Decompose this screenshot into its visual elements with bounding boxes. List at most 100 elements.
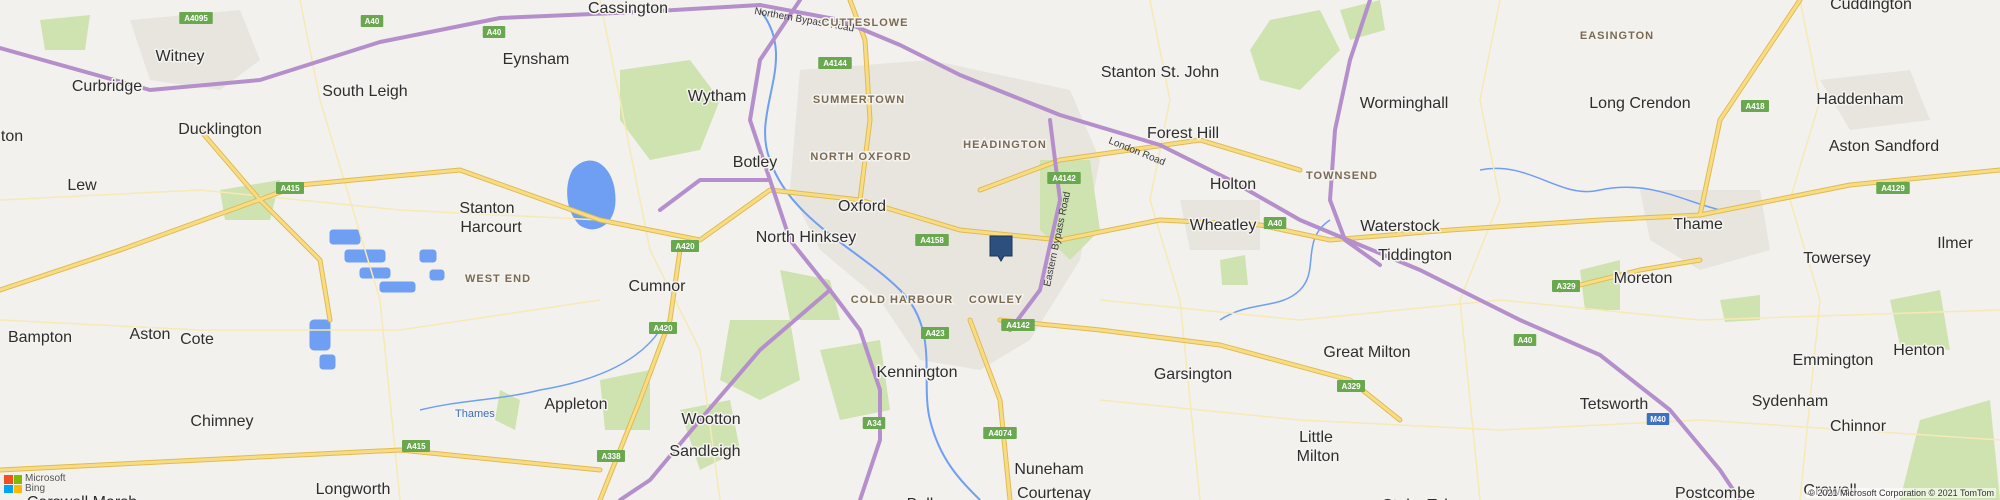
- place-label-holton[interactable]: Holton: [1208, 175, 1257, 195]
- district-label-cutteslowe: CUTTESLOWE: [822, 17, 909, 29]
- district-label-west-end: WEST END: [465, 273, 531, 285]
- svg-text:A329: A329: [1556, 282, 1576, 291]
- district-label-townsend: TOWNSEND: [1306, 170, 1378, 182]
- place-label-stanton-harcourt-2[interactable]: Harcourt: [459, 218, 524, 238]
- road-shield-a329-2: A329: [1337, 380, 1365, 392]
- place-label-north-hinksey[interactable]: North Hinksey: [754, 228, 857, 248]
- water-label-thames: Thames: [455, 408, 495, 420]
- place-label-little-milton-1[interactable]: Little: [1298, 428, 1335, 448]
- place-label-aston[interactable]: Aston: [128, 325, 172, 345]
- place-label-tiddington[interactable]: Tiddington: [1376, 246, 1453, 266]
- road-shield-a329-1: A329: [1552, 280, 1580, 292]
- place-label-forest-hill[interactable]: Forest Hill: [1145, 124, 1220, 144]
- road-shield-a415-1: A415: [276, 182, 304, 194]
- place-label-postcombe[interactable]: Postcombe: [1673, 484, 1756, 500]
- road-shield-a40-2: A40: [482, 26, 506, 38]
- road-shield-a34: A34: [862, 417, 886, 429]
- district-label-cowley: COWLEY: [969, 294, 1023, 306]
- place-label-ton[interactable]: ton: [0, 127, 25, 147]
- place-label-longworth[interactable]: Longworth: [314, 480, 392, 500]
- place-label-wytham[interactable]: Wytham: [686, 87, 748, 107]
- place-label-cuddington[interactable]: Cuddington: [1829, 0, 1914, 15]
- place-label-stanton-harcourt-1[interactable]: Stanton: [458, 199, 516, 219]
- road-shield-a338: A338: [597, 450, 625, 462]
- road-shield-a4158: A4158: [915, 234, 949, 246]
- place-label-garsington[interactable]: Garsington: [1152, 365, 1233, 385]
- place-label-thame[interactable]: Thame: [1672, 215, 1725, 235]
- place-label-great-milton[interactable]: Great Milton: [1322, 343, 1412, 363]
- place-label-moreton[interactable]: Moreton: [1612, 269, 1674, 289]
- place-label-stanton-st-john[interactable]: Stanton St. John: [1099, 63, 1220, 83]
- svg-text:A420: A420: [653, 324, 673, 333]
- place-label-kennington[interactable]: Kennington: [875, 363, 959, 383]
- place-label-sandleigh[interactable]: Sandleigh: [668, 442, 742, 462]
- road-shield-a420-2: A420: [649, 322, 677, 334]
- place-label-little-milton-2[interactable]: Milton: [1295, 447, 1341, 467]
- svg-text:A40: A40: [1518, 336, 1533, 345]
- svg-text:M40: M40: [1650, 415, 1666, 424]
- place-label-aston-sandford[interactable]: Aston Sandford: [1827, 137, 1940, 157]
- place-label-cote[interactable]: Cote: [179, 330, 216, 350]
- svg-text:A40: A40: [1268, 219, 1283, 228]
- road-shield-a418: A418: [1741, 100, 1769, 112]
- place-label-nuneham-2[interactable]: Courtenay: [1016, 484, 1093, 500]
- road-shield-a4074: A4074: [983, 427, 1017, 439]
- place-label-nuneham-1[interactable]: Nuneham: [1013, 460, 1085, 480]
- place-label-ilmer[interactable]: Ilmer: [1936, 234, 1975, 254]
- microsoft-bing-logo: Microsoft Bing: [4, 474, 66, 494]
- place-label-towersey[interactable]: Towersey: [1802, 249, 1873, 269]
- place-label-witney[interactable]: Witney: [154, 47, 206, 67]
- svg-text:A4158: A4158: [920, 236, 944, 245]
- place-label-bell[interactable]: Bell: [905, 495, 935, 500]
- svg-text:A4074: A4074: [988, 429, 1012, 438]
- place-label-waterstock[interactable]: Waterstock: [1359, 217, 1442, 237]
- place-label-ducklington[interactable]: Ducklington: [177, 120, 264, 140]
- place-label-long-crendon[interactable]: Long Crendon: [1588, 94, 1692, 114]
- road-shield-a415-2: A415: [402, 440, 430, 452]
- place-label-carswell-marsh[interactable]: Carswell Marsh: [25, 493, 138, 500]
- place-label-cassington[interactable]: Cassington: [586, 0, 669, 19]
- svg-text:A338: A338: [601, 452, 621, 461]
- district-label-summertown: SUMMERTOWN: [813, 94, 905, 106]
- place-label-lew[interactable]: Lew: [66, 176, 99, 196]
- place-label-eynsham[interactable]: Eynsham: [501, 50, 571, 70]
- road-shield-a423: A423: [921, 327, 949, 339]
- svg-text:A329: A329: [1341, 382, 1361, 391]
- map-canvas[interactable]: Northern Bypass Road London Road Eastern…: [0, 0, 2000, 500]
- road-shield-a4144: A4144: [818, 57, 852, 69]
- place-label-wheatley[interactable]: Wheatley: [1188, 216, 1258, 236]
- place-label-wootton[interactable]: Wootton: [680, 410, 742, 430]
- svg-text:A4142: A4142: [1006, 321, 1030, 330]
- place-label-worminghall[interactable]: Worminghall: [1358, 94, 1450, 114]
- place-label-sydenham[interactable]: Sydenham: [1750, 392, 1830, 412]
- svg-text:A34: A34: [867, 419, 882, 428]
- svg-text:A40: A40: [487, 28, 502, 37]
- svg-text:A415: A415: [280, 184, 300, 193]
- road-shield-a40-1: A40: [360, 15, 384, 27]
- place-label-bampton[interactable]: Bampton: [6, 328, 73, 348]
- place-label-tetsworth[interactable]: Tetsworth: [1578, 395, 1649, 415]
- road-shield-a40-4: A40: [1513, 334, 1537, 346]
- place-label-haddenham[interactable]: Haddenham: [1815, 90, 1905, 110]
- place-label-cumnor[interactable]: Cumnor: [627, 277, 688, 297]
- place-label-botley[interactable]: Botley: [731, 153, 778, 173]
- district-label-north-oxford: NORTH OXFORD: [810, 151, 911, 163]
- road-shield-a4142-1: A4142: [1047, 172, 1081, 184]
- svg-text:A418: A418: [1745, 102, 1765, 111]
- place-label-emmington[interactable]: Emmington: [1791, 351, 1875, 371]
- road-shield-a4142-2: A4142: [1001, 319, 1035, 331]
- road-shield-a420-1: A420: [671, 240, 699, 252]
- place-label-oxford[interactable]: Oxford: [836, 197, 887, 217]
- place-label-south-leigh[interactable]: South Leigh: [321, 82, 409, 102]
- svg-text:A40: A40: [365, 17, 380, 26]
- district-label-headington: HEADINGTON: [963, 139, 1047, 151]
- place-label-chinnor[interactable]: Chinnor: [1828, 417, 1888, 437]
- district-label-easington: EASINGTON: [1580, 30, 1654, 42]
- place-label-chimney[interactable]: Chimney: [189, 412, 255, 432]
- place-label-appleton[interactable]: Appleton: [543, 395, 609, 415]
- logo-line-2: Bing: [25, 483, 46, 494]
- svg-text:A4129: A4129: [1881, 184, 1905, 193]
- place-label-curbridge[interactable]: Curbridge: [70, 77, 143, 97]
- copyright-notice: © 2021 Microsoft Corporation © 2021 TomT…: [1806, 488, 1996, 498]
- place-label-henton[interactable]: Henton: [1892, 341, 1947, 361]
